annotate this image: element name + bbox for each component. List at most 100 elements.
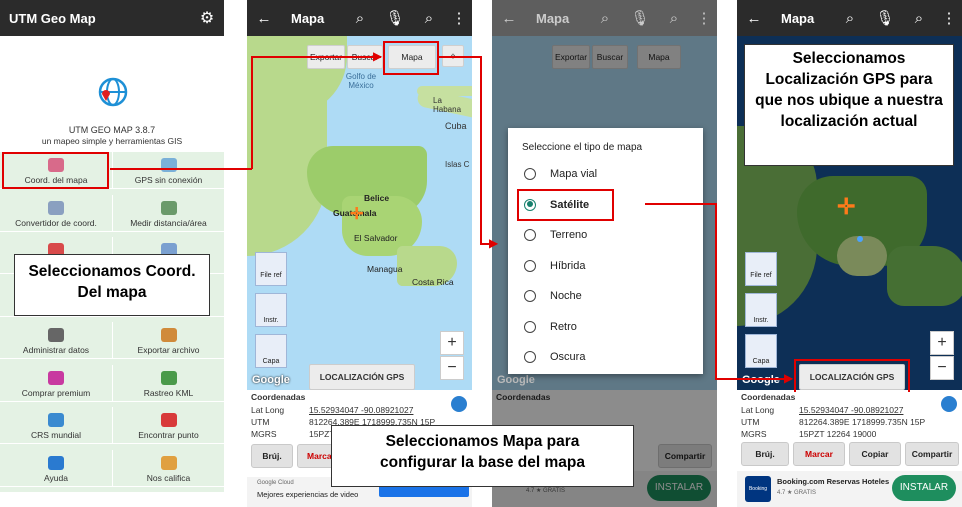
- utm-label: UTM: [741, 417, 760, 427]
- back-arrow-icon[interactable]: ←: [253, 10, 275, 27]
- file-ref-button[interactable]: File ref: [745, 252, 777, 286]
- app-title: UTM Geo Map: [9, 10, 96, 26]
- search-icon[interactable]: ⌕: [349, 10, 371, 27]
- coords-heading: Coordenadas: [251, 392, 306, 402]
- arrow-1-h: [110, 168, 252, 170]
- radio-icon[interactable]: [524, 229, 536, 242]
- map-type-option-h-brida[interactable]: Híbrida: [524, 260, 585, 272]
- crosshair-icon: ✛: [837, 194, 856, 219]
- microphone-icon[interactable]: 🎙: [874, 9, 896, 27]
- gps-location-button[interactable]: LOCALIZACIÓN GPS: [309, 364, 415, 390]
- install-button[interactable]: INSTALAR: [892, 475, 956, 501]
- coord-converter-icon: [48, 200, 64, 215]
- ad-title: Booking.com Reservas Hoteles: [777, 477, 890, 486]
- menu-item-ayuda[interactable]: Ayuda: [0, 450, 112, 487]
- back-arrow-icon[interactable]: ←: [743, 10, 765, 27]
- arrow-3-h: [645, 203, 717, 205]
- folder-icon: [48, 328, 64, 342]
- utm-label: UTM: [251, 417, 270, 427]
- globe-icon[interactable]: [941, 396, 957, 412]
- latlong-value[interactable]: 15.52934047 -90.08921027: [309, 405, 413, 415]
- callout-mapa: Seleccionamos Mapa para configurar la ba…: [331, 425, 634, 487]
- gear-icon[interactable]: ⚙: [196, 8, 218, 28]
- instr-button[interactable]: Instr.: [745, 293, 777, 327]
- zoom-in-button[interactable]: +: [930, 331, 954, 355]
- ad-banner[interactable]: Booking Booking.com Reservas Hoteles 4.7…: [737, 471, 962, 507]
- menu-item-convertidor-de-coord-[interactable]: Convertidor de coord.: [0, 195, 112, 232]
- compass-button[interactable]: Brúj.: [251, 444, 293, 468]
- zoom-search-icon[interactable]: ⌕: [418, 10, 440, 27]
- instr-button[interactable]: Instr.: [255, 293, 287, 327]
- menu-item-comprar-premium[interactable]: Comprar premium: [0, 365, 112, 402]
- mark-button[interactable]: Marcar: [793, 442, 845, 466]
- map-type-option-noche[interactable]: Noche: [524, 290, 582, 303]
- menu-item-gps-sin-conexi-n[interactable]: GPS sin conexión: [112, 152, 224, 189]
- map-type-option-oscura[interactable]: Oscura: [524, 351, 586, 364]
- google-logo: Google: [742, 374, 780, 386]
- microphone-icon[interactable]: 🎙: [629, 9, 651, 27]
- menu-item-nos-califica[interactable]: Nos califica: [112, 449, 224, 487]
- menu-item-label: Rastreo KML: [143, 387, 194, 398]
- menu-item-rastreo-kml[interactable]: Rastreo KML: [112, 364, 224, 402]
- menu-item-crs-mundial[interactable]: CRS mundial: [0, 407, 112, 444]
- more-menu-icon[interactable]: ⋮: [693, 9, 715, 27]
- menu-item-label: Comprar premium: [21, 387, 91, 398]
- more-menu-icon[interactable]: ⋮: [938, 9, 960, 27]
- zoom-in-button[interactable]: +: [440, 331, 464, 355]
- radio-icon[interactable]: [524, 259, 536, 272]
- ad-text: Mejores experiencias de video: [257, 490, 359, 499]
- radio-icon[interactable]: [524, 168, 536, 181]
- option-label: Mapa vial: [550, 168, 598, 180]
- arrow-3-h2: [715, 378, 785, 380]
- coords-heading: Coordenadas: [741, 392, 796, 402]
- menu-item-exportar-archivo[interactable]: Exportar archivo: [112, 322, 224, 359]
- map-title: Mapa: [536, 10, 570, 26]
- compass-button[interactable]: Brúj.: [741, 442, 789, 466]
- menu-item-label: Exportar archivo: [137, 345, 200, 355]
- label-havana: La Habana: [433, 96, 462, 114]
- latlong-label: Lat Long: [741, 405, 775, 415]
- map-type-dialog: Seleccione el tipo de mapa Mapa vial Saté…: [508, 128, 703, 374]
- menu-grid: Coord. del mapa GPS sin conexión Convertid…: [0, 152, 224, 492]
- zoom-out-button[interactable]: −: [440, 356, 464, 380]
- map-type-option-retro[interactable]: Retro: [524, 321, 577, 333]
- menu-item-medir-distancia-rea[interactable]: Medir distancia/área: [112, 194, 224, 232]
- layer-button[interactable]: Capa: [255, 334, 287, 368]
- search-icon[interactable]: ⌕: [839, 10, 861, 27]
- radio-icon[interactable]: [524, 351, 536, 364]
- export-file-icon: [160, 328, 177, 342]
- zoom-search-icon[interactable]: ⌕: [908, 10, 930, 27]
- map-type-option-terreno[interactable]: Terreno: [524, 229, 587, 242]
- app-bar: ← Mapa ⌕ 🎙 ⌕ ⋮: [492, 0, 717, 36]
- mgrs-label: MGRS: [251, 429, 277, 439]
- ad-title: Google Cloud: [257, 480, 294, 486]
- menu-item-label: GPS sin conexión: [134, 175, 203, 185]
- rate-icon: [160, 455, 177, 470]
- arrow-3-v: [715, 203, 717, 380]
- map-type-option-mapa-vial[interactable]: Mapa vial: [524, 168, 598, 181]
- zoom-search-icon[interactable]: ⌕: [663, 10, 685, 27]
- menu-item-encontrar-punto[interactable]: Encontrar punto: [112, 407, 224, 444]
- share-button[interactable]: Compartir: [905, 442, 959, 466]
- mgrs-label: MGRS: [741, 429, 767, 439]
- radio-icon[interactable]: [524, 290, 536, 303]
- menu-item-administrar-datos[interactable]: Administrar datos: [0, 322, 112, 359]
- zoom-out-button[interactable]: −: [930, 356, 954, 380]
- search-icon[interactable]: ⌕: [594, 10, 616, 27]
- option-label: Retro: [550, 320, 577, 333]
- help-icon: [48, 455, 64, 470]
- globe-icon[interactable]: [451, 396, 467, 412]
- label-costa-rica: Costa Rica: [412, 277, 454, 287]
- microphone-icon[interactable]: 🎙: [384, 9, 406, 27]
- panel-gps: ← Mapa ⌕ 🎙 ⌕ ⋮ ✛ Seleccionamos Localizac…: [737, 0, 962, 507]
- radio-icon[interactable]: [524, 320, 536, 333]
- latlong-value[interactable]: 15.52934047 -90.08921027: [799, 405, 903, 415]
- arrow-1-h2: [251, 56, 381, 58]
- file-ref-button[interactable]: File ref: [255, 252, 287, 286]
- option-label: Oscura: [550, 351, 586, 363]
- arrow-1-v: [251, 56, 253, 169]
- back-arrow-icon[interactable]: ←: [498, 10, 520, 27]
- layer-button[interactable]: Capa: [745, 334, 777, 368]
- more-menu-icon[interactable]: ⋮: [448, 9, 470, 27]
- copy-button[interactable]: Copiar: [849, 442, 901, 466]
